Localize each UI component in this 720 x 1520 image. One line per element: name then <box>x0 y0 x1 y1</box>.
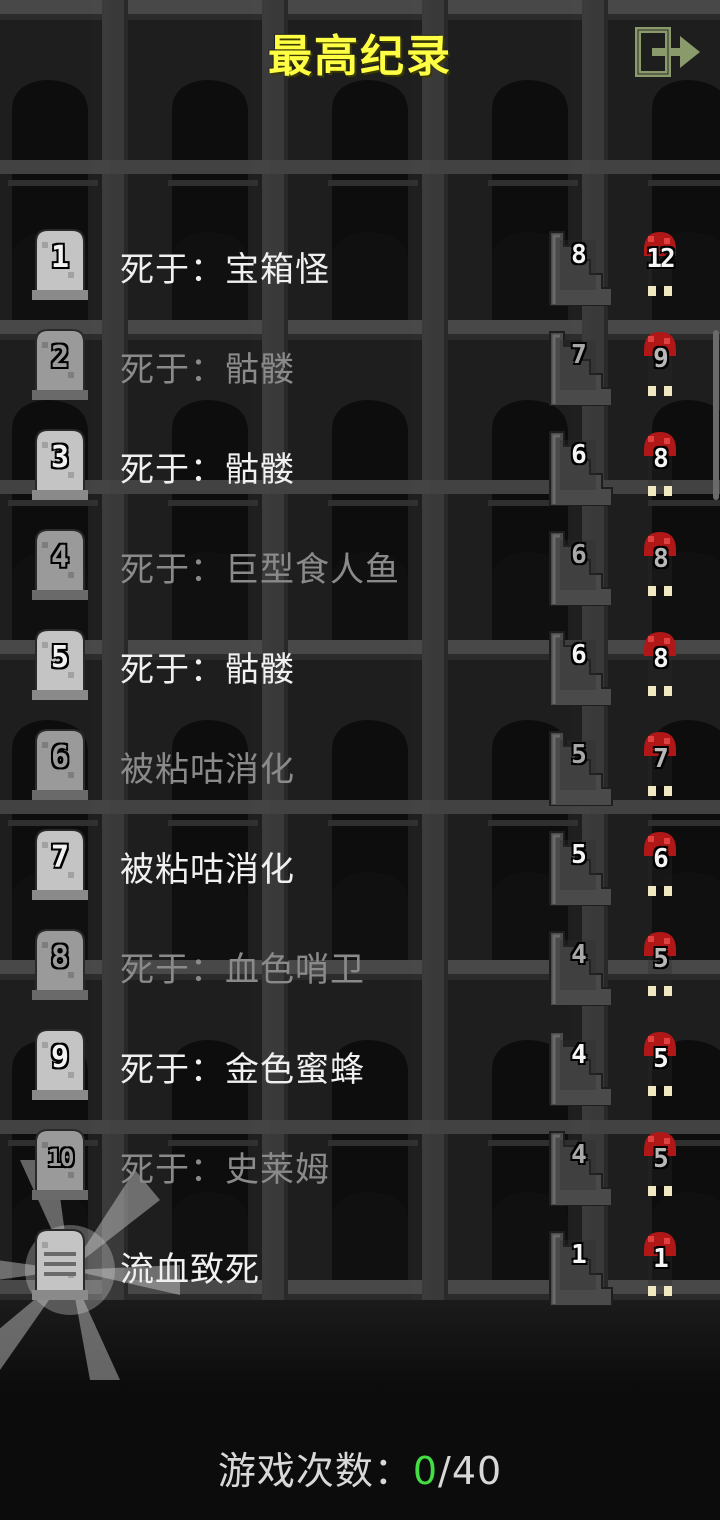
record-row[interactable]: 9 死于：金色蜜蜂 4 5 <box>0 1026 720 1126</box>
games-played-current: 0 <box>412 1449 439 1493</box>
tombstone-icon <box>32 1229 88 1300</box>
scrollbar[interactable] <box>713 330 719 500</box>
death-cause: 死于：骷髅 <box>120 650 295 690</box>
death-cause: 死于：巨型食人鱼 <box>120 550 400 590</box>
death-cause: 被粘咕消化 <box>120 850 295 890</box>
death-cause: 被粘咕消化 <box>120 750 295 790</box>
rank-number: 1 <box>50 240 70 275</box>
record-row[interactable]: 流血致死 1 1 <box>0 1226 720 1326</box>
record-row[interactable]: 1 死于：宝箱怪 8 12 <box>0 226 720 326</box>
level-value: 9 <box>653 344 669 374</box>
depth-value: 5 <box>571 840 587 870</box>
games-played-label: 游戏次数： <box>217 1449 413 1493</box>
death-cause: 死于：宝箱怪 <box>120 250 330 290</box>
level-value: 5 <box>653 1144 669 1174</box>
level-value: 8 <box>653 544 669 574</box>
page-title: 最高纪录 <box>268 31 452 82</box>
level-value: 5 <box>653 1044 669 1074</box>
death-cause: 死于：史莱姆 <box>120 1150 330 1190</box>
rank-number: 4 <box>50 540 70 575</box>
exit-button[interactable] <box>634 24 706 80</box>
record-row[interactable]: 2 死于：骷髅 7 9 <box>0 326 720 426</box>
record-row[interactable]: 3 死于：骷髅 6 8 <box>0 426 720 526</box>
depth-value: 5 <box>571 740 587 770</box>
rank-number: 10 <box>47 1144 75 1172</box>
record-row[interactable]: 6 被粘咕消化 5 7 <box>0 726 720 826</box>
rank-number: 2 <box>50 340 70 375</box>
level-value: 7 <box>653 744 669 774</box>
games-played-counter: 游戏次数：0/40 <box>0 1440 720 1495</box>
depth-value: 6 <box>571 540 587 570</box>
level-value: 12 <box>646 244 675 274</box>
level-value: 8 <box>653 444 669 474</box>
record-row[interactable]: 8 死于：血色哨卫 4 5 <box>0 926 720 1026</box>
death-cause: 死于：金色蜜蜂 <box>120 1050 365 1090</box>
death-cause: 死于：血色哨卫 <box>120 950 365 990</box>
level-value: 5 <box>653 944 669 974</box>
rank-number: 5 <box>50 640 70 675</box>
rank-number: 6 <box>50 740 70 775</box>
depth-value: 4 <box>571 1040 587 1070</box>
games-played-total: /40 <box>438 1449 503 1493</box>
depth-value: 4 <box>571 940 587 970</box>
record-row[interactable]: 4 死于：巨型食人鱼 6 8 <box>0 526 720 626</box>
rank-number: 9 <box>50 1040 70 1075</box>
death-cause: 流血致死 <box>120 1250 260 1290</box>
level-value: 1 <box>653 1244 669 1274</box>
depth-value: 8 <box>571 240 587 270</box>
rank-number: 7 <box>50 840 70 875</box>
depth-value: 1 <box>571 1240 587 1270</box>
death-cause: 死于：骷髅 <box>120 450 295 490</box>
depth-value: 6 <box>571 440 587 470</box>
level-value: 6 <box>653 844 669 874</box>
death-cause: 死于：骷髅 <box>120 350 295 390</box>
depth-value: 7 <box>571 340 587 370</box>
depth-value: 4 <box>571 1140 587 1170</box>
record-row[interactable]: 5 死于：骷髅 6 8 <box>0 626 720 726</box>
rank-number: 8 <box>50 940 70 975</box>
depth-value: 6 <box>571 640 587 670</box>
record-row[interactable]: 10 死于：史莱姆 4 5 <box>0 1126 720 1226</box>
record-row[interactable]: 7 被粘咕消化 5 6 <box>0 826 720 926</box>
rank-number: 3 <box>50 440 70 475</box>
exit-icon <box>635 27 700 77</box>
level-value: 8 <box>653 644 669 674</box>
